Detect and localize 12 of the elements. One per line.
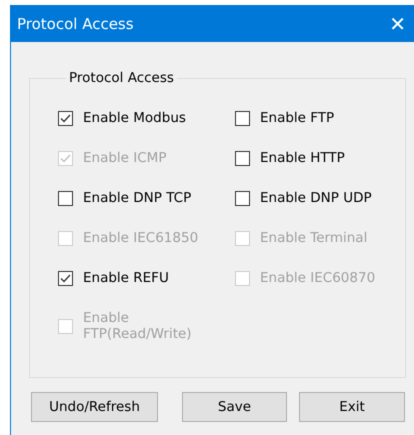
- checkbox-option[interactable]: Enable HTTP: [235, 150, 405, 166]
- checkbox-option[interactable]: Enable FTP: [235, 110, 405, 126]
- window-title: Protocol Access: [17, 14, 134, 32]
- checkbox-option[interactable]: Enable DNP TCP: [58, 190, 235, 206]
- checkbox-option[interactable]: Enable Modbus: [58, 110, 235, 126]
- group-title: Protocol Access: [68, 70, 175, 86]
- dialog-button[interactable]: Undo/Refresh: [31, 392, 158, 422]
- checkbox-option[interactable]: Enable DNP UDP: [235, 190, 405, 206]
- dialog-button[interactable]: Exit: [299, 392, 405, 422]
- dialog-button[interactable]: Save: [182, 392, 287, 422]
- checkbox-option[interactable]: Enable REFU: [58, 270, 235, 286]
- close-button[interactable]: ✕: [385, 12, 410, 36]
